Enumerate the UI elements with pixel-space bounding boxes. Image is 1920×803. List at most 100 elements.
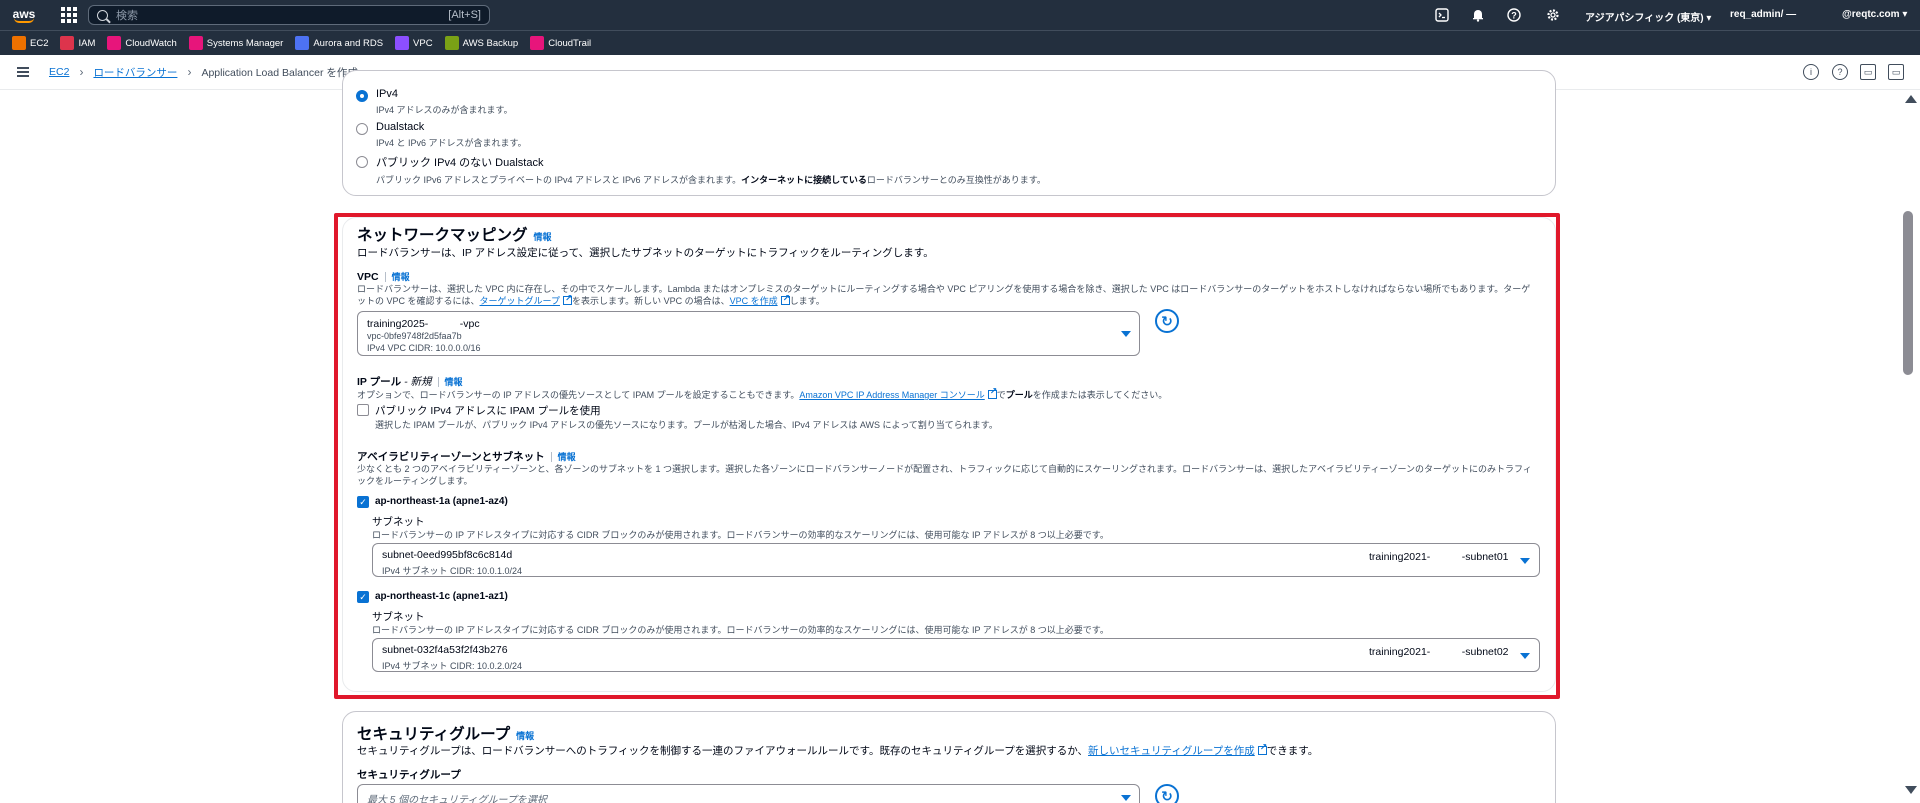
- favorite-iam[interactable]: IAM: [60, 36, 95, 50]
- scroll-down-arrow-icon[interactable]: [1905, 786, 1917, 794]
- subnet-label: サブネット: [372, 516, 425, 528]
- radio-description: パブリック IPv6 アドレスとプライベートの IPv4 アドレスと IPv6 …: [376, 175, 1046, 185]
- notifications-bell-icon[interactable]: [1470, 7, 1486, 23]
- subnet-label: サブネット: [372, 611, 425, 623]
- search-placeholder: 検索: [116, 10, 138, 22]
- subnet-select-1a[interactable]: subnet-0eed995bf8c6c814d IPv4 サブネット CIDR…: [372, 543, 1540, 577]
- help-icon[interactable]: ?: [1506, 7, 1522, 23]
- favorite-vpc[interactable]: VPC: [395, 36, 433, 50]
- scroll-up-arrow-icon[interactable]: [1905, 95, 1917, 103]
- subnet-cidr: IPv4 サブネット CIDR: 10.0.2.0/24: [382, 661, 523, 671]
- create-vpc-link[interactable]: VPC を作成: [730, 296, 778, 306]
- favorite-cloudwatch[interactable]: CloudWatch: [107, 36, 177, 50]
- breadcrumb-load-balancers[interactable]: ロードバランサー: [93, 65, 177, 80]
- radio-description: IPv4 アドレスのみが含まれます。: [376, 105, 513, 115]
- notifications-panel-icon[interactable]: ▭: [1860, 64, 1876, 80]
- systems-manager-icon: [188, 36, 203, 50]
- region-selector[interactable]: アジアパシフィック (東京) ▾: [1585, 9, 1711, 24]
- vpc-selected-name: training2025- -vpc: [367, 318, 480, 330]
- security-groups-field-label: セキュリティグループ: [357, 769, 461, 781]
- az-1a-checkbox[interactable]: ✓: [357, 496, 369, 508]
- iam-icon: [60, 36, 75, 50]
- vpc-info-link[interactable]: 情報: [392, 272, 410, 282]
- search-icon: [97, 9, 108, 21]
- scrollbar[interactable]: [1902, 90, 1920, 803]
- cloudshell-icon[interactable]: [1434, 7, 1450, 23]
- feedback-panel-icon[interactable]: ▭: [1888, 64, 1904, 80]
- radio-description: IPv4 と IPv6 アドレスが含まれます。: [376, 138, 527, 148]
- vpc-description: ロードバランサーは、選択した VPC 内に存在し、その中でスケールします。Lam…: [357, 283, 1547, 307]
- ipam-pool-checkbox[interactable]: [357, 404, 369, 416]
- ip-pool-info-link[interactable]: 情報: [445, 377, 463, 387]
- refresh-vpc-icon[interactable]: ↻: [1155, 309, 1179, 333]
- subnet-id: subnet-0eed995bf8c6c814d: [382, 549, 513, 561]
- search-shortcut: [Alt+S]: [448, 9, 481, 21]
- security-groups-placeholder: 最大 5 個のセキュリティグループを選択: [367, 795, 547, 803]
- ip-type-option-dualstack-no-public-ipv4[interactable]: パブリック IPv4 のない Dualstack パブリック IPv6 アドレス…: [356, 154, 1046, 186]
- favorites-bar: EC2 IAM CloudWatch Systems Manager Auror…: [0, 30, 1920, 55]
- breadcrumb: EC2 › ロードバランサー › Application Load Balanc…: [49, 65, 358, 80]
- search-input[interactable]: 検索 [Alt+S]: [88, 5, 490, 25]
- vpc-selected-id: vpc-0bfe9748f2d5faa7b: [367, 331, 462, 341]
- rds-icon: [295, 36, 310, 50]
- subnet-select-1c[interactable]: subnet-032f4a53f2f43b276 IPv4 サブネット CIDR…: [372, 638, 1540, 672]
- scrollbar-thumb[interactable]: [1903, 211, 1913, 375]
- radio-label: パブリック IPv4 のない Dualstack: [376, 157, 544, 169]
- chevron-down-icon: [1121, 795, 1131, 801]
- info-panel-icon[interactable]: i: [1803, 64, 1819, 80]
- radio-ipv4[interactable]: [356, 90, 368, 102]
- account-menu[interactable]: @reqtc.com ▾: [1842, 9, 1907, 20]
- cloudtrail-icon: [530, 36, 545, 50]
- vpc-select[interactable]: training2025- -vpc vpc-0bfe9748f2d5faa7b…: [357, 311, 1140, 356]
- refresh-security-groups-icon[interactable]: ↻: [1155, 784, 1179, 803]
- radio-label: IPv4: [376, 88, 399, 100]
- user-menu[interactable]: req_admin/ —: [1730, 9, 1796, 20]
- external-link-icon: [1257, 742, 1267, 755]
- subnet-id: subnet-032f4a53f2f43b276: [382, 644, 508, 656]
- external-link-icon: [562, 292, 573, 305]
- chevron-down-icon: [1520, 653, 1530, 659]
- security-groups-info-link[interactable]: 情報: [516, 731, 534, 741]
- subnet-description: ロードバランサーの IP アドレスタイプに対応する CIDR ブロックのみが使用…: [372, 625, 1109, 635]
- chevron-right-icon: ›: [187, 65, 192, 79]
- top-navigation: aws 検索 [Alt+S] ? アジアパシフィック (東京) ▾ req_ad…: [0, 0, 1920, 30]
- subnet-name: training2021- -subnet01: [1369, 551, 1509, 563]
- target-group-link[interactable]: ターゲットグループ: [480, 296, 560, 306]
- vpc-icon: [395, 36, 410, 50]
- aws-logo[interactable]: aws: [0, 0, 48, 30]
- chevron-down-icon: [1520, 558, 1530, 564]
- az-1c-label[interactable]: ap-northeast-1c (apne1-az1): [375, 591, 508, 602]
- side-navigation-menu-icon[interactable]: [17, 67, 29, 77]
- chevron-right-icon: ›: [79, 65, 84, 79]
- favorite-ec2[interactable]: EC2: [12, 36, 48, 50]
- az-info-link[interactable]: 情報: [558, 452, 576, 462]
- info-link[interactable]: 情報: [534, 232, 552, 242]
- favorite-cloudtrail[interactable]: CloudTrail: [530, 36, 591, 50]
- subnet-description: ロードバランサーの IP アドレスタイプに対応する CIDR ブロックのみが使用…: [372, 530, 1109, 540]
- ec2-icon: [12, 36, 26, 50]
- ip-type-option-ipv4[interactable]: IPv4 IPv4 アドレスのみが含まれます。: [356, 88, 513, 116]
- subnet-cidr: IPv4 サブネット CIDR: 10.0.1.0/24: [382, 566, 523, 576]
- ipam-console-link[interactable]: Amazon VPC IP Address Manager コンソール: [799, 390, 984, 400]
- security-groups-select[interactable]: 最大 5 個のセキュリティグループを選択: [357, 784, 1140, 803]
- breadcrumb-current: Application Load Balancer を作成: [201, 66, 358, 79]
- help-panel-icon[interactable]: ?: [1832, 64, 1848, 80]
- security-groups-description: セキュリティグループは、ロードバランサーへのトラフィックを制御する一連のファイア…: [357, 742, 1318, 758]
- ipam-pool-checkbox-label[interactable]: パブリック IPv4 アドレスに IPAM プールを使用: [375, 403, 601, 418]
- favorite-aurora-rds[interactable]: Aurora and RDS: [295, 36, 383, 50]
- favorite-aws-backup[interactable]: AWS Backup: [444, 36, 518, 50]
- az-1a-label[interactable]: ap-northeast-1a (apne1-az4): [375, 496, 508, 507]
- services-menu-icon[interactable]: [58, 4, 80, 26]
- create-security-group-link[interactable]: 新しいセキュリティグループを作成: [1088, 745, 1255, 757]
- subnet-name: training2021- -subnet02: [1369, 646, 1509, 658]
- az-1c-checkbox[interactable]: ✓: [357, 591, 369, 603]
- settings-gear-icon[interactable]: [1545, 7, 1561, 23]
- ip-type-option-dualstack[interactable]: Dualstack IPv4 と IPv6 アドレスが含まれます。: [356, 121, 527, 149]
- breadcrumb-ec2[interactable]: EC2: [49, 66, 69, 78]
- radio-dualstack[interactable]: [356, 123, 368, 135]
- external-link-icon: [780, 292, 790, 305]
- radio-dualstack-no-public-ipv4[interactable]: [356, 156, 368, 168]
- ip-pool-label: IP プール - 新規 情報: [357, 376, 463, 388]
- cloudwatch-icon: [107, 36, 122, 50]
- favorite-systems-manager[interactable]: Systems Manager: [188, 36, 283, 50]
